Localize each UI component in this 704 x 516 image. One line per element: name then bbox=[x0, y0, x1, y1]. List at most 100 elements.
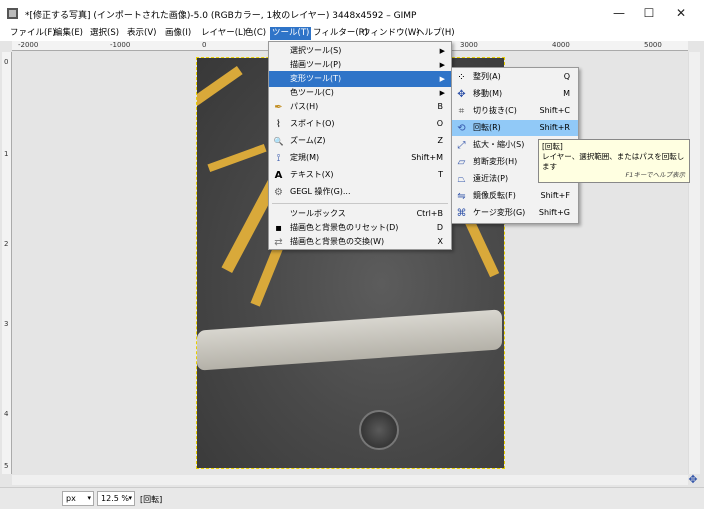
status-message: [回転] bbox=[140, 495, 163, 504]
ruler-label: 3000 bbox=[460, 41, 478, 49]
chevron-down-icon: ▾ bbox=[87, 494, 91, 502]
menu-item-label: テキスト(X) bbox=[290, 170, 334, 179]
menu-item-label: 移動(M) bbox=[473, 89, 503, 98]
menu-item-label: GEGL 操作(G)... bbox=[290, 187, 351, 196]
tooltip-help-hint: F1キーでヘルプ表示 bbox=[625, 171, 685, 179]
menu-item-cage-transform[interactable]: ⌘ ケージ変形(G) Shift+G bbox=[452, 205, 578, 221]
manhole-cover bbox=[359, 410, 399, 450]
ruler-label: 1 bbox=[4, 150, 9, 158]
scale-icon: ⤢ bbox=[457, 140, 466, 151]
ruler-label: 0 bbox=[202, 41, 207, 49]
menu-item-accel: Shift+M bbox=[411, 153, 443, 162]
menu-item-accel: Shift+R bbox=[539, 123, 570, 132]
menu-item-accel: T bbox=[438, 170, 443, 179]
menu-item-move[interactable]: ✥ 移動(M) M bbox=[452, 86, 578, 102]
tooltip-title: [回転] bbox=[542, 142, 563, 151]
window-title: *[修正する写真] (インポートされた画像)-5.0 (RGBカラー, 1枚のレ… bbox=[25, 11, 417, 21]
text-tool-icon: A bbox=[274, 170, 283, 181]
menu-item-accel: M bbox=[563, 89, 570, 98]
flip-icon: ⇋ bbox=[457, 191, 466, 202]
rotate-tooltip: [回転] レイヤー、選択範囲、またはパスを回転します F1キーでヘルプ表示 bbox=[538, 139, 690, 183]
menu-item-rotate[interactable]: ⟲ 回転(R) Shift+R bbox=[452, 120, 578, 136]
menu-item-zoom[interactable]: 🔍 ズーム(Z) Z bbox=[269, 133, 451, 149]
menu-item-label: 鏡像反転(F) bbox=[473, 191, 516, 200]
zoom-icon: 🔍 bbox=[273, 137, 284, 146]
ruler-label: 3 bbox=[4, 320, 9, 328]
gegl-icon: ⚙ bbox=[274, 187, 283, 198]
minimize-button[interactable]: — bbox=[604, 4, 634, 22]
zoom-select[interactable]: 12.5 % ▾ bbox=[97, 491, 135, 506]
crop-icon: ⌗ bbox=[458, 106, 465, 117]
ruler-label: 4 bbox=[4, 410, 9, 418]
ruler-label: -2000 bbox=[18, 41, 39, 49]
menu-edit[interactable]: 編集(E) bbox=[52, 27, 85, 40]
unit-select[interactable]: px ▾ bbox=[62, 491, 94, 506]
menu-item-paths[interactable]: ✒ パス(H) B bbox=[269, 99, 451, 115]
cage-transform-icon: ⌘ bbox=[456, 208, 467, 219]
vertical-scrollbar[interactable] bbox=[688, 52, 700, 474]
menu-item-swap-colors[interactable]: ⇄ 描画色と背景色の交換(W) X bbox=[269, 234, 451, 250]
navigate-icon[interactable]: ✥ bbox=[686, 474, 700, 486]
vertical-ruler[interactable]: 0 1 2 3 4 5 bbox=[2, 52, 12, 474]
menu-bar: ファイル(F) 編集(E) 選択(S) 表示(V) 画像(I) レイヤー(L) … bbox=[0, 26, 704, 41]
menu-item-accel: Shift+C bbox=[539, 106, 570, 115]
menu-item-label: スポイト(O) bbox=[290, 119, 335, 128]
zoom-value: 12.5 % bbox=[101, 494, 129, 503]
parking-line bbox=[464, 218, 500, 278]
ruler-label: 5 bbox=[4, 462, 9, 470]
move-icon: ✥ bbox=[457, 89, 466, 100]
menu-item-accel: Z bbox=[437, 136, 443, 145]
swap-colors-icon: ⇄ bbox=[274, 237, 283, 248]
menu-color[interactable]: 色(C) bbox=[243, 27, 268, 40]
menu-item-label: 拡大・縮小(S) bbox=[473, 140, 525, 149]
menu-item-label: 整列(A) bbox=[473, 72, 501, 81]
ruler-label: 4000 bbox=[552, 41, 570, 49]
menu-item-accel: Shift+G bbox=[538, 208, 570, 217]
menu-item-accel: O bbox=[436, 119, 443, 128]
curb-stone bbox=[197, 309, 502, 371]
menu-item-label: ケージ変形(G) bbox=[473, 208, 526, 217]
menu-item-flip[interactable]: ⇋ 鏡像反転(F) Shift+F bbox=[452, 188, 578, 204]
status-bar: px ▾ 12.5 % ▾ [回転] bbox=[0, 487, 704, 509]
align-icon: ⁘ bbox=[457, 72, 466, 83]
menu-windows[interactable]: ウィンドウ(W) bbox=[360, 27, 422, 40]
menu-tools[interactable]: ツール(T) bbox=[270, 27, 312, 40]
menu-item-gegl[interactable]: ⚙ GEGL 操作(G)... bbox=[269, 184, 451, 200]
menu-file[interactable]: ファイル(F) bbox=[8, 27, 58, 40]
unit-value: px bbox=[66, 494, 76, 503]
menu-image[interactable]: 画像(I) bbox=[163, 27, 193, 40]
menu-item-label: 遠近法(P) bbox=[473, 174, 509, 183]
menu-item-label: 切り抜き(C) bbox=[473, 106, 517, 115]
menu-item-label: パス(H) bbox=[290, 102, 319, 111]
menu-item-label: 定規(M) bbox=[290, 153, 320, 162]
ruler-label: 2 bbox=[4, 240, 9, 248]
menu-item-color-picker[interactable]: ⌇ スポイト(O) O bbox=[269, 116, 451, 132]
tooltip-description: レイヤー、選択範囲、またはパスを回転します bbox=[542, 152, 685, 171]
menu-item-measure[interactable]: ⟟ 定規(M) Shift+M bbox=[269, 150, 451, 166]
title-bar: *[修正する写真] (インポートされた画像)-5.0 (RGBカラー, 1枚のレ… bbox=[0, 0, 704, 26]
menu-item-label: 描画色と背景色の交換(W) bbox=[290, 237, 385, 246]
menu-item-label: 剪断変形(H) bbox=[473, 157, 518, 166]
maximize-button[interactable]: ☐ bbox=[634, 4, 664, 22]
color-picker-icon: ⌇ bbox=[276, 119, 281, 130]
shear-icon: ▱ bbox=[457, 157, 466, 168]
menu-layer[interactable]: レイヤー(L) bbox=[199, 27, 248, 40]
menu-help[interactable]: ヘルプ(H) bbox=[414, 27, 457, 40]
menu-select[interactable]: 選択(S) bbox=[88, 27, 121, 40]
menu-item-accel: X bbox=[437, 237, 443, 246]
gimp-app-icon bbox=[7, 8, 18, 19]
menu-item-crop[interactable]: ⌗ 切り抜き(C) Shift+C bbox=[452, 103, 578, 119]
parking-line bbox=[197, 65, 243, 121]
measure-icon: ⟟ bbox=[276, 153, 281, 164]
menu-item-label: 回転(R) bbox=[473, 123, 501, 132]
parking-line bbox=[207, 143, 267, 173]
menu-view[interactable]: 表示(V) bbox=[125, 27, 158, 40]
horizontal-scrollbar[interactable] bbox=[12, 475, 688, 485]
tools-menu: 選択ツール(S) ▶ 描画ツール(P) ▶ 変形ツール(T) ▶ 色ツール(C)… bbox=[268, 41, 452, 250]
menu-item-label: ズーム(Z) bbox=[290, 136, 326, 145]
paths-icon: ✒ bbox=[274, 102, 283, 113]
menu-item-text[interactable]: A テキスト(X) T bbox=[269, 167, 451, 183]
close-button[interactable]: ✕ bbox=[666, 4, 696, 22]
ruler-label: 5000 bbox=[644, 41, 662, 49]
menu-item-align[interactable]: ⁘ 整列(A) Q bbox=[452, 69, 578, 85]
